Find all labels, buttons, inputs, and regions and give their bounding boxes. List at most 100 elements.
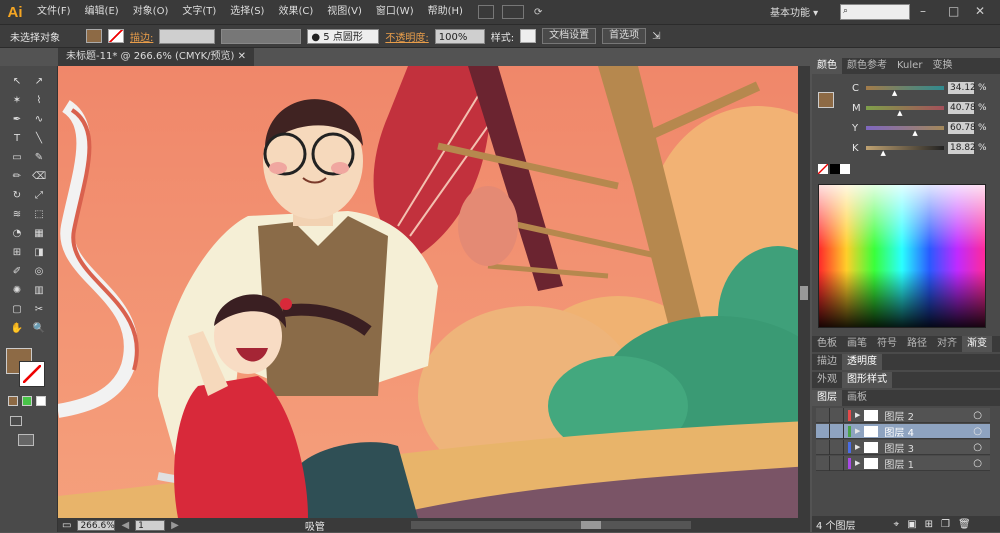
arrange-icon[interactable]: ⇲: [652, 31, 660, 42]
channel-value[interactable]: 60.78: [948, 122, 976, 134]
stroke-weight-field[interactable]: [159, 28, 216, 44]
channel-value[interactable]: 34.12: [948, 82, 976, 94]
slider-thumb-icon[interactable]: ▲: [912, 129, 917, 137]
opacity-label[interactable]: 不透明度:: [385, 29, 428, 44]
vertical-scrollbar[interactable]: [798, 66, 810, 518]
draw-mode-button[interactable]: [10, 416, 22, 426]
stroke-color-box[interactable]: [19, 361, 45, 387]
eyedropper-tool-icon[interactable]: ✐: [10, 266, 24, 278]
tab-tabs5-0[interactable]: 图层: [812, 390, 842, 406]
minimize-button[interactable]: –: [920, 4, 926, 18]
perspective-tool-icon[interactable]: ▦: [32, 228, 46, 240]
rectangle-tool-icon[interactable]: ▭: [10, 152, 24, 164]
menu-3[interactable]: 文字(T): [175, 0, 223, 24]
layer-row[interactable]: ▶ 图层 2 ○: [816, 407, 990, 423]
layer-row[interactable]: ▶ 图层 4 ○: [816, 423, 990, 439]
tab-colortabs-0[interactable]: 颜色: [812, 58, 842, 74]
tab-tabs3-1[interactable]: 透明度: [842, 354, 882, 370]
zoom-field[interactable]: 266.6%: [77, 519, 116, 531]
rotate-tool-icon[interactable]: ↻: [10, 190, 24, 202]
lock-icon[interactable]: [830, 407, 844, 423]
locate-object-icon[interactable]: ⌖: [894, 519, 900, 530]
menu-8[interactable]: 帮助(H): [421, 0, 470, 24]
graphic-style-swatch[interactable]: [520, 29, 537, 43]
slice-tool-icon[interactable]: ✂: [32, 304, 46, 316]
slider-thumb-icon[interactable]: ▲: [880, 149, 885, 157]
paintbrush-tool-icon[interactable]: ✎: [32, 152, 46, 164]
magic-wand-tool-icon[interactable]: ✶: [10, 95, 24, 107]
opacity-field[interactable]: 100%: [434, 28, 485, 44]
bridge-button[interactable]: [477, 5, 494, 19]
tab-tabs4-1[interactable]: 图形样式: [842, 372, 892, 388]
tab-tabs2-0[interactable]: 色板: [812, 336, 842, 352]
gradient-tool-icon[interactable]: ◨: [32, 247, 46, 259]
pen-tool-icon[interactable]: ✒: [10, 114, 24, 126]
warp-tool-icon[interactable]: ≋: [10, 209, 24, 221]
prev-artboard-icon[interactable]: ◀: [121, 520, 129, 531]
lock-icon[interactable]: [830, 455, 844, 471]
fill-stroke-indicator[interactable]: [818, 92, 834, 108]
menu-4[interactable]: 选择(S): [223, 0, 271, 24]
curvature-tool-icon[interactable]: ∿: [32, 114, 46, 126]
layer-row[interactable]: ▶ 图层 1 ○: [816, 455, 990, 471]
blend-tool-icon[interactable]: ◎: [32, 266, 46, 278]
artboard-canvas[interactable]: [58, 66, 810, 518]
channel-slider[interactable]: ▲: [866, 146, 944, 157]
hand-tool-icon[interactable]: ✋: [10, 323, 24, 335]
menu-1[interactable]: 编辑(E): [78, 0, 126, 24]
color-spectrum[interactable]: [818, 184, 986, 328]
tab-tabs2-4[interactable]: 对齐: [932, 336, 962, 352]
target-icon[interactable]: ○: [973, 442, 982, 453]
tab-colortabs-2[interactable]: Kuler: [892, 58, 927, 74]
selection-tool-icon[interactable]: ↖: [10, 76, 24, 88]
new-sublayer-icon[interactable]: ⊞: [925, 519, 933, 530]
channel-value[interactable]: 18.82: [948, 142, 976, 154]
lasso-tool-icon[interactable]: ⌇: [32, 95, 46, 107]
workspace-switcher[interactable]: 基本功能 ▾: [770, 4, 818, 19]
menu-0[interactable]: 文件(F): [30, 0, 78, 24]
layer-name[interactable]: 图层 2: [884, 408, 914, 423]
expand-layer-icon[interactable]: ▶: [855, 459, 860, 467]
column-graph-tool-icon[interactable]: ▥: [32, 285, 46, 297]
brush-definition[interactable]: ● 5 点圆形: [307, 28, 380, 44]
tab-tabs2-3[interactable]: 路径: [902, 336, 932, 352]
variable-width-profile[interactable]: [221, 28, 302, 44]
target-icon[interactable]: ○: [973, 410, 982, 421]
layer-name[interactable]: 图层 1: [884, 456, 914, 471]
visibility-icon[interactable]: [816, 423, 830, 439]
channel-value[interactable]: 40.78: [948, 102, 976, 114]
document-tab[interactable]: 未标题-11* @ 266.6% (CMYK/预览) ✕: [58, 48, 255, 66]
type-tool-icon[interactable]: T: [10, 133, 24, 145]
visibility-icon[interactable]: [816, 407, 830, 423]
menu-5[interactable]: 效果(C): [271, 0, 320, 24]
visibility-icon[interactable]: [816, 439, 830, 455]
scale-tool-icon[interactable]: ⤢: [32, 190, 46, 202]
line-tool-icon[interactable]: ╲: [32, 133, 46, 145]
clipping-mask-icon[interactable]: ▣: [907, 519, 916, 530]
visibility-icon[interactable]: [816, 455, 830, 471]
slider-thumb-icon[interactable]: ▲: [892, 89, 897, 97]
white-swatch[interactable]: [840, 164, 850, 174]
sync-icon[interactable]: ⟳: [534, 7, 542, 18]
expand-layer-icon[interactable]: ▶: [855, 443, 860, 451]
layer-row[interactable]: ▶ 图层 3 ○: [816, 439, 990, 455]
zoom-tool-icon[interactable]: 🔍: [32, 323, 46, 335]
fill-swatch[interactable]: [86, 29, 102, 43]
direct-selection-tool-icon[interactable]: ↗: [32, 76, 46, 88]
tab-tabs2-2[interactable]: 符号: [872, 336, 902, 352]
target-icon[interactable]: ○: [973, 426, 982, 437]
color-mode-button[interactable]: [8, 396, 18, 406]
stroke-label[interactable]: 描边:: [130, 29, 153, 44]
channel-slider[interactable]: ▲: [866, 126, 944, 137]
shape-builder-tool-icon[interactable]: ◔: [10, 228, 24, 240]
black-swatch[interactable]: [830, 164, 840, 174]
tab-tabs2-1[interactable]: 画笔: [842, 336, 872, 352]
expand-layer-icon[interactable]: ▶: [855, 411, 860, 419]
lock-icon[interactable]: [830, 439, 844, 455]
artboard-number-field[interactable]: 1: [135, 519, 166, 531]
channel-slider[interactable]: ▲: [866, 86, 944, 97]
expand-layer-icon[interactable]: ▶: [855, 427, 860, 435]
layer-name[interactable]: 图层 4: [884, 424, 914, 439]
eraser-tool-icon[interactable]: ⌫: [32, 171, 46, 183]
none-mode-button[interactable]: [36, 396, 46, 406]
